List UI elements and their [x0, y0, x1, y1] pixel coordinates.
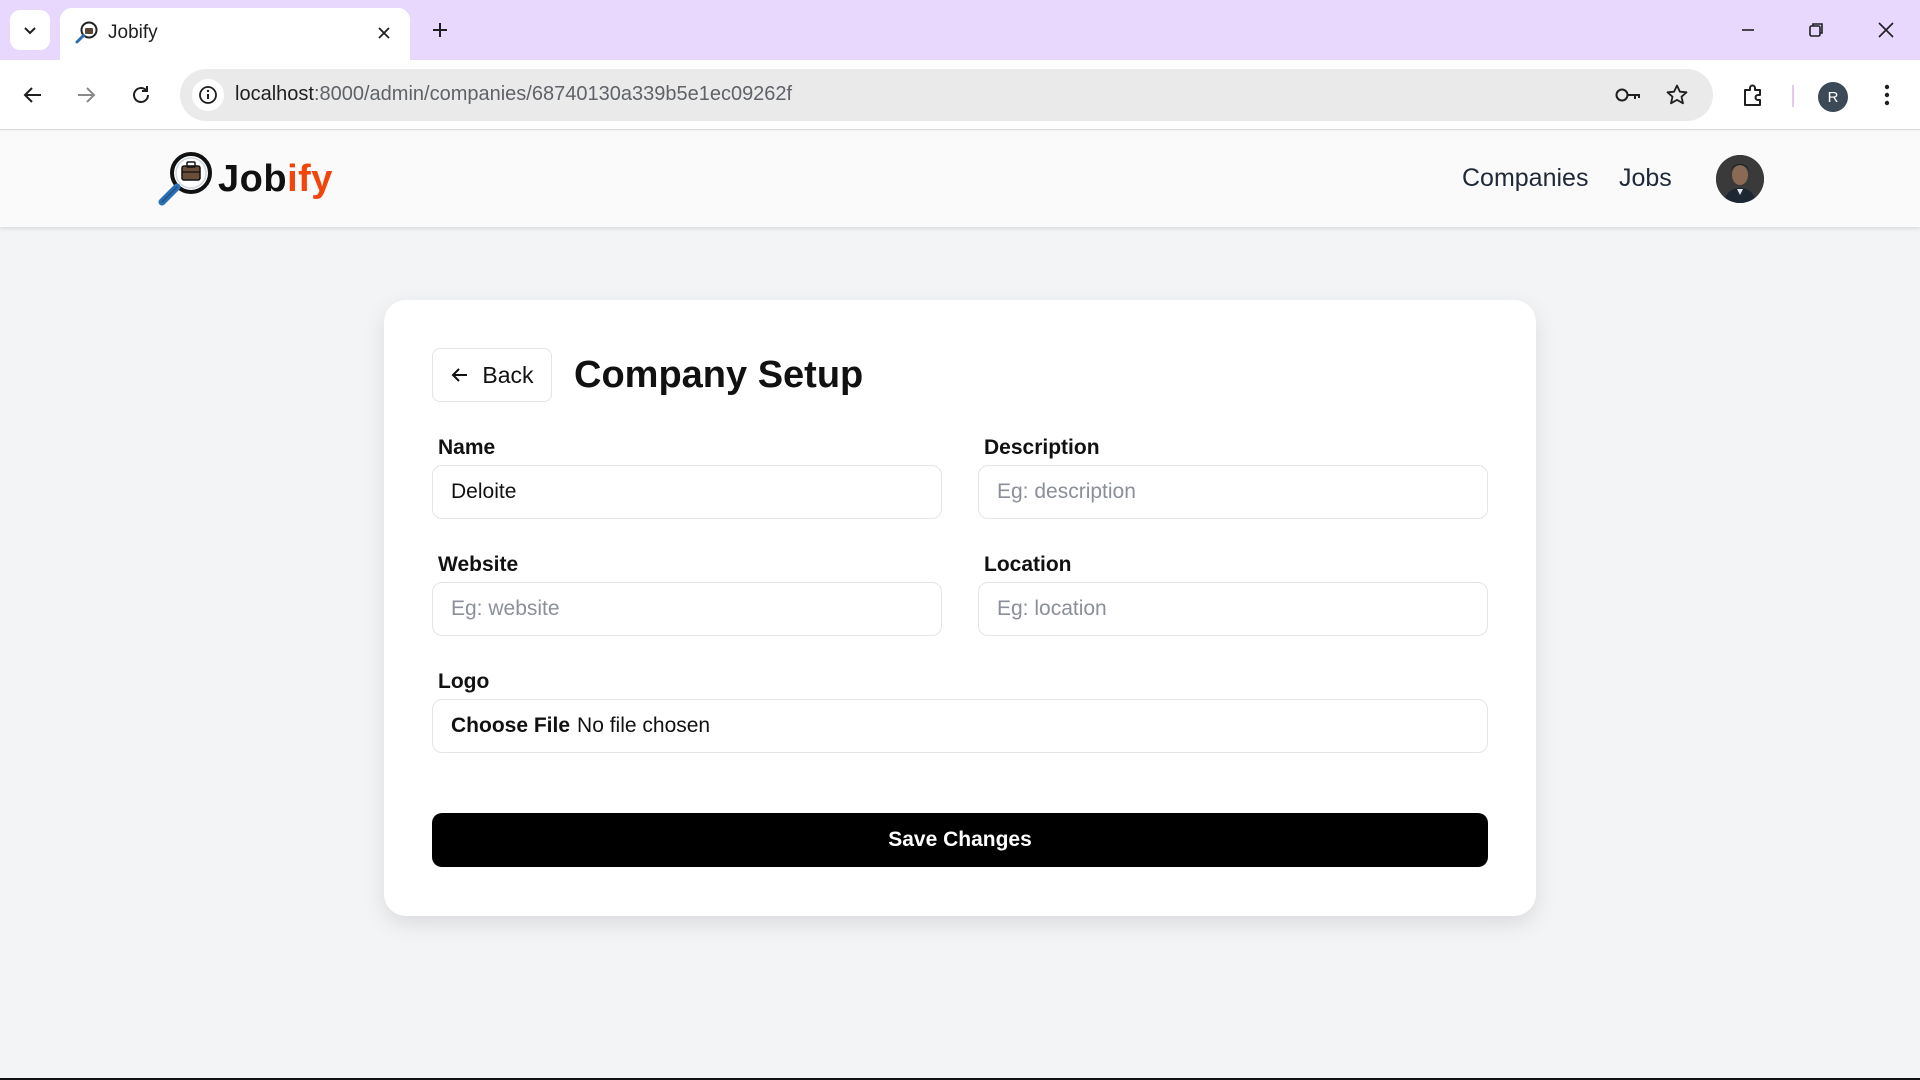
logo-text-job: Job	[218, 157, 288, 200]
restore-icon	[1809, 23, 1823, 37]
magnifier-briefcase-logo-icon	[158, 152, 212, 206]
key-icon	[1615, 88, 1640, 102]
reload-icon	[133, 86, 149, 103]
password-key-button[interactable]	[1613, 80, 1643, 110]
name-label: Name	[438, 436, 496, 459]
tab-search-button[interactable]	[10, 10, 50, 50]
nav-jobs-link[interactable]: Jobs	[1619, 164, 1672, 193]
logo-label: Logo	[438, 670, 490, 693]
forward-nav-button[interactable]	[66, 75, 106, 115]
url-host: localhost	[235, 83, 314, 105]
close-icon	[378, 27, 390, 39]
extensions-button[interactable]	[1734, 75, 1774, 115]
jobify-logo[interactable]: Jobify	[156, 149, 333, 209]
tab-title: Jobify	[108, 22, 158, 43]
browser-tab-strip: Jobify	[0, 0, 1920, 60]
company-setup-card: Back Company Setup Name Deloite Descript…	[384, 300, 1536, 916]
tab-close-button[interactable]	[372, 21, 396, 45]
back-button[interactable]: Back	[432, 348, 552, 402]
browser-menu-button[interactable]	[1867, 75, 1907, 115]
new-tab-button[interactable]	[424, 14, 456, 46]
site-info-button[interactable]	[192, 79, 224, 111]
description-input[interactable]: Eg: description	[978, 465, 1488, 519]
logo-file-input[interactable]: Choose File No file chosen	[432, 699, 1488, 753]
window-minimize-button[interactable]	[1726, 12, 1770, 48]
location-placeholder: Eg: location	[997, 597, 1107, 620]
name-input[interactable]: Deloite	[432, 465, 942, 519]
star-icon	[1666, 84, 1688, 105]
website-placeholder: Eg: website	[451, 597, 560, 620]
reload-button[interactable]	[121, 75, 161, 115]
page-title: Company Setup	[574, 354, 864, 396]
close-icon	[1878, 22, 1894, 38]
profile-avatar-button[interactable]: R	[1818, 82, 1848, 112]
bookmark-star-button[interactable]	[1662, 80, 1692, 110]
logo-text: Jobify	[218, 158, 333, 201]
jobify-favicon-icon	[75, 21, 98, 44]
website-label: Website	[438, 553, 519, 576]
save-changes-button[interactable]: Save Changes	[432, 813, 1488, 867]
location-label: Location	[984, 553, 1072, 576]
back-button-label: Back	[482, 361, 534, 388]
arrow-left-icon	[23, 87, 41, 103]
name-input-value: Deloite	[451, 480, 517, 503]
arrow-left-icon	[452, 368, 468, 382]
app-header: Jobify Companies Jobs	[0, 131, 1920, 227]
browser-toolbar: localhost:8000/admin/companies/68740130a…	[0, 60, 1920, 130]
location-input[interactable]: Eg: location	[978, 582, 1488, 636]
back-nav-button[interactable]	[13, 75, 53, 115]
puzzle-icon	[1744, 84, 1761, 106]
user-photo-icon	[1716, 155, 1764, 203]
website-input[interactable]: Eg: website	[432, 582, 942, 636]
user-avatar[interactable]	[1716, 155, 1764, 203]
file-status-text: No file chosen	[577, 714, 711, 737]
arrow-right-icon	[78, 87, 96, 103]
plus-icon	[433, 23, 447, 37]
choose-file-button[interactable]: Choose File	[451, 714, 570, 738]
url-text[interactable]: localhost:8000/admin/companies/68740130a…	[235, 83, 792, 106]
browser-tab[interactable]: Jobify	[60, 8, 410, 60]
description-placeholder: Eg: description	[997, 480, 1136, 503]
url-path: :8000/admin/companies/68740130a339b5e1ec…	[313, 83, 793, 105]
toolbar-divider	[1792, 85, 1794, 107]
kebab-menu-icon	[1884, 84, 1890, 106]
window-close-button[interactable]	[1864, 12, 1908, 48]
logo-text-ify: ify	[287, 157, 333, 200]
address-bar[interactable]: localhost:8000/admin/companies/68740130a…	[180, 69, 1713, 121]
minimize-icon	[1742, 29, 1754, 31]
window-restore-button[interactable]	[1794, 12, 1838, 48]
info-icon	[199, 86, 217, 104]
description-label: Description	[984, 436, 1100, 459]
chevron-down-icon	[24, 27, 36, 35]
nav-companies-link[interactable]: Companies	[1462, 164, 1588, 193]
